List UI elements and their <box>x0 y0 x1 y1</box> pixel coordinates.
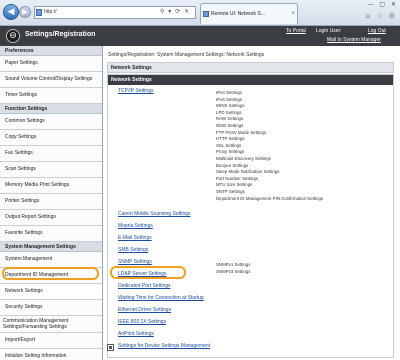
list-item: IPv6 Settings <box>216 96 242 102</box>
tab-title: Remote UI: Network S... <box>211 11 265 17</box>
to-portal-link[interactable]: To Portal <box>286 28 306 34</box>
list-item: RAW Settings <box>216 116 244 122</box>
logout-link[interactable]: Log Out <box>368 28 386 34</box>
list-item: SNMPv3 Settings <box>216 268 251 274</box>
mail-to-system-manager-link[interactable]: Mail to System Manager <box>327 37 381 43</box>
list-item: HTTP Settings <box>216 136 245 142</box>
sidebar-item-common-settings[interactable]: Common Settings <box>0 114 102 130</box>
app-logo-icon: ⊖ <box>6 29 20 43</box>
forward-arrow-icon[interactable]: ▶ <box>19 6 31 18</box>
sidebar-item-favorite-settings[interactable]: Favorite Settings <box>0 226 102 242</box>
tcpip-sub-settings-list: IPv4 Settings IPv6 Settings WINS Setting… <box>216 90 323 202</box>
sidebar-item-system-management[interactable]: System Management <box>0 252 102 268</box>
list-item: WSD Settings <box>216 122 244 128</box>
sidebar-item-security-settings[interactable]: Security Settings <box>0 300 102 316</box>
tab-favicon-icon <box>203 11 209 17</box>
snmp-sub-settings-list: SNMPv1 Settings SNMPv3 Settings <box>216 262 250 275</box>
login-user-label: Login User: <box>316 28 342 34</box>
list-item: WINS Settings <box>216 103 245 109</box>
tcpip-settings-link[interactable]: TCP/IP Settings <box>118 88 153 94</box>
main-content: Settings/Registration: System Management… <box>103 46 400 360</box>
sidebar-item-output-report[interactable]: Output Report Settings <box>0 210 102 226</box>
list-item: SNMPv1 Settings <box>216 262 251 267</box>
email-settings-link[interactable]: E-Mail Settings <box>118 235 152 241</box>
back-arrow-icon[interactable]: ◀ <box>3 4 19 20</box>
sidebar-item-copy-settings[interactable]: Copy Settings <box>0 130 102 146</box>
sidebar-item-paper-settings[interactable]: Paper Settings <box>0 56 102 72</box>
ethernet-driver-settings-link[interactable]: Ethernet Driver Settings <box>118 307 171 313</box>
sidebar-item-department-id[interactable]: Department ID Management <box>0 268 102 284</box>
airprint-settings-link[interactable]: AirPrint Settings <box>118 331 154 337</box>
snmp-settings-link[interactable]: SNMP Settings <box>118 259 152 265</box>
list-item: SSL Settings <box>216 142 242 148</box>
sidebar-item-memory-media-print[interactable]: Memory Media Print Settings <box>0 178 102 194</box>
list-item: Bonjour Settings <box>216 162 249 168</box>
page-favicon-icon <box>36 9 42 16</box>
dedicated-port-settings-link[interactable]: Dedicated Port Settings <box>118 283 171 289</box>
list-item: Department ID Management PIN Confirmatio… <box>216 195 324 201</box>
list-item: FTP PASV Mode Settings <box>216 129 267 135</box>
list-item: Sleep Mode Notification Settings <box>216 169 280 175</box>
sidebar-section-function: Function Settings <box>0 104 102 114</box>
tab-close-icon[interactable]: × <box>291 4 295 24</box>
sidebar-item-communication-management[interactable]: Communication Management Settings/Forwar… <box>0 316 102 333</box>
breadcrumb: Settings/Registration: System Management… <box>108 52 265 58</box>
sidebar-item-printer-settings[interactable]: Printer Settings <box>0 194 102 210</box>
waiting-time-connection-link[interactable]: Waiting Time for Connection at Startup <box>118 295 204 301</box>
address-text: http:// <box>44 9 57 15</box>
ieee-8021x-settings-link[interactable]: IEEE 802.1X Settings <box>118 319 166 325</box>
smb-settings-link[interactable]: SMB Settings <box>118 247 148 253</box>
app-header: ⊖ Settings/Registration To Portal Login … <box>0 26 400 46</box>
window-controls[interactable]: — ▢ ✕ <box>367 1 398 8</box>
list-item: Multicast Discovery Settings <box>216 155 271 161</box>
browser-toolbar: ◀ ▶ http:// ⚲ ▾ ⟳ ✕ Remote UI: Network S… <box>0 0 400 26</box>
sidebar-item-timer-settings[interactable]: Timer Settings <box>0 88 102 104</box>
page-corner-icon <box>107 344 114 351</box>
mopria-settings-link[interactable]: Mopria Settings <box>118 223 153 229</box>
list-item: SNTP Settings <box>216 188 245 194</box>
list-item: MTU Size Settings <box>216 182 253 188</box>
browser-toolbar-icons[interactable]: ⌂ ☆ ⚙ <box>366 12 397 20</box>
sidebar-section-system: System Management Settings <box>0 242 102 252</box>
device-settings-management-link[interactable]: Settings for Device Settings Management <box>118 343 210 349</box>
section-title: Network Settings <box>107 62 394 73</box>
sidebar-item-scan-settings[interactable]: Scan Settings <box>0 162 102 178</box>
sidebar-item-fax-settings[interactable]: Fax Settings <box>0 146 102 162</box>
page-title: Settings/Registration <box>25 31 96 38</box>
sidebar-section-preferences: Preferences <box>0 46 102 56</box>
panel-header: Network Settings <box>108 75 393 85</box>
ldap-server-settings-link[interactable]: LDAP Server Settings <box>118 271 167 277</box>
address-bar-icons[interactable]: ⚲ ▾ ⟳ ✕ <box>160 6 200 19</box>
list-item: LPD Settings <box>216 109 242 115</box>
list-item: Port Number Settings <box>216 175 258 181</box>
sidebar: Preferences Paper Settings Sound Volume … <box>0 46 103 360</box>
canon-mobile-scanning-link[interactable]: Canon Mobile Scanning Settings <box>118 211 191 217</box>
browser-tab[interactable]: Remote UI: Network S... × <box>200 3 298 24</box>
sidebar-item-network-settings[interactable]: Network Settings <box>0 284 102 300</box>
sidebar-item-import-export[interactable]: Import/Export <box>0 333 102 349</box>
sidebar-item-initialize-setting[interactable]: Initialize Setting Information <box>0 349 102 360</box>
sidebar-item-sound-volume[interactable]: Sound Volume Control/Display Settings <box>0 72 102 88</box>
list-item: Proxy Settings <box>216 149 245 155</box>
list-item: IPv4 Settings <box>216 90 242 95</box>
